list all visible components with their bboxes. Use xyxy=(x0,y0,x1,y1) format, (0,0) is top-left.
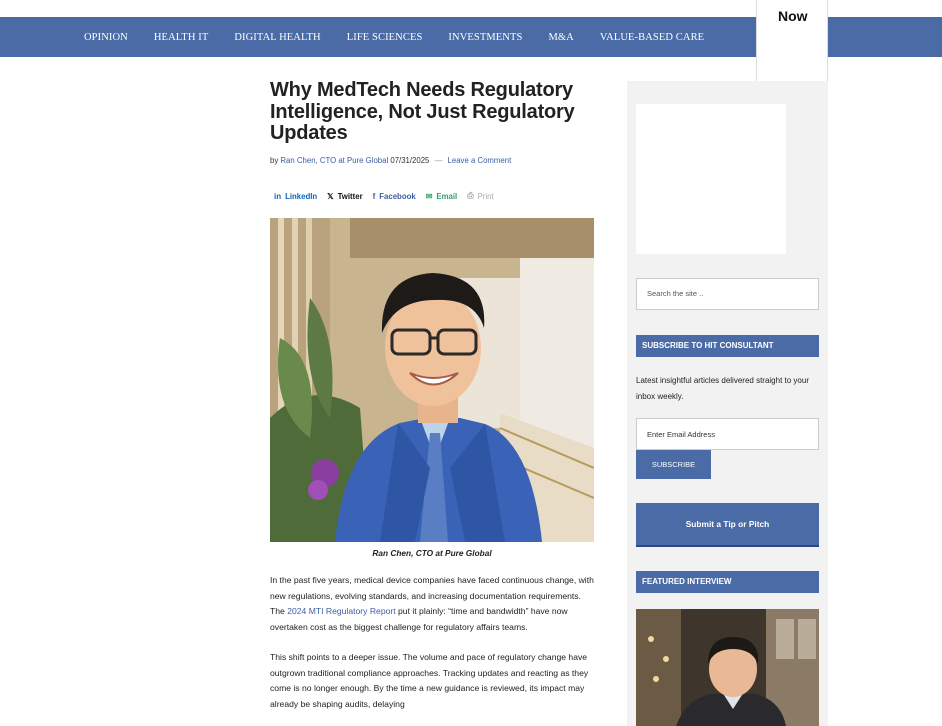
share-twitter-button[interactable]: 𝕏 Twitter xyxy=(327,192,362,201)
paragraph-2: This shift points to a deeper issue. The… xyxy=(270,652,589,709)
nav-item-digital-health[interactable]: DIGITAL HEALTH xyxy=(234,32,320,43)
featured-interview-heading: FEATURED INTERVIEW xyxy=(636,571,819,593)
submit-tip-button[interactable]: Submit a Tip or Pitch xyxy=(636,503,819,547)
email-icon: ✉ xyxy=(425,191,433,201)
facebook-icon: f xyxy=(372,191,376,201)
share-linkedin-label: LinkedIn xyxy=(285,191,318,201)
article-photo xyxy=(270,218,594,542)
email-field[interactable]: Enter Email Address xyxy=(636,418,819,450)
article-body: In the past five years, medical device c… xyxy=(270,573,596,726)
print-icon: ⎙ xyxy=(467,191,474,200)
nav-item-m-and-a[interactable]: M&A xyxy=(548,32,573,43)
share-twitter-label: Twitter xyxy=(337,191,363,201)
paragraph-1: In the past five years, medical device c… xyxy=(270,573,596,635)
share-email-button[interactable]: ✉ Email xyxy=(426,192,458,201)
subscribe-button[interactable]: SUBSCRIBE xyxy=(636,450,711,479)
article-title: Why MedTech Needs Regulatory Intelligenc… xyxy=(270,79,575,144)
now-label: Now xyxy=(778,8,808,24)
nav-item-investments[interactable]: INVESTMENTS xyxy=(448,32,522,43)
share-print-button[interactable]: ⎙ Print xyxy=(467,191,493,201)
subscribe-heading: SUBSCRIBE TO HIT CONSULTANT xyxy=(636,335,819,357)
share-facebook-button[interactable]: f Facebook xyxy=(373,192,416,201)
search-input[interactable]: Search the site .. xyxy=(636,278,819,310)
publish-date: 07/31/2025 xyxy=(390,155,430,165)
mti-report-link[interactable]: 2024 MTI Regulatory Report xyxy=(287,606,395,616)
share-print-label: Print xyxy=(477,191,494,201)
nav-items: OPINION HEALTH IT DIGITAL HEALTH LIFE SC… xyxy=(84,17,730,57)
nav-item-life-sciences[interactable]: LIFE SCIENCES xyxy=(347,32,423,43)
nav-item-opinion[interactable]: OPINION xyxy=(84,32,128,43)
twitter-x-icon: 𝕏 xyxy=(327,191,334,201)
sidebar-ad-slot xyxy=(636,104,786,254)
now-button[interactable]: Now xyxy=(756,0,828,82)
share-linkedin-button[interactable]: in LinkedIn xyxy=(274,192,317,201)
photo-caption: Ran Chen, CTO at Pure Global xyxy=(372,548,492,558)
featured-portrait-illustration xyxy=(636,609,819,726)
byline-separator: — xyxy=(434,155,443,165)
leave-comment-link[interactable]: Leave a Comment xyxy=(448,156,512,165)
nav-item-value-based-care[interactable]: VALUE-BASED CARE xyxy=(600,32,704,43)
featured-interview-photo[interactable] xyxy=(636,609,819,726)
share-email-label: Email xyxy=(436,191,458,201)
byline-prefix: by xyxy=(270,155,279,165)
nav-item-health-it[interactable]: HEALTH IT xyxy=(154,32,208,43)
article-header: Why MedTech Needs Regulatory Intelligenc… xyxy=(270,79,594,165)
share-facebook-label: Facebook xyxy=(379,191,416,201)
author-link[interactable]: Ran Chen, CTO at Pure Global xyxy=(280,156,388,165)
portrait-illustration xyxy=(270,218,594,542)
byline: by Ran Chen, CTO at Pure Global 07/31/20… xyxy=(270,156,594,165)
subscribe-description: Latest insightful articles delivered str… xyxy=(636,376,809,401)
linkedin-icon: in xyxy=(274,191,282,201)
share-bar: in LinkedIn 𝕏 Twitter f Facebook ✉ Email… xyxy=(274,191,504,201)
